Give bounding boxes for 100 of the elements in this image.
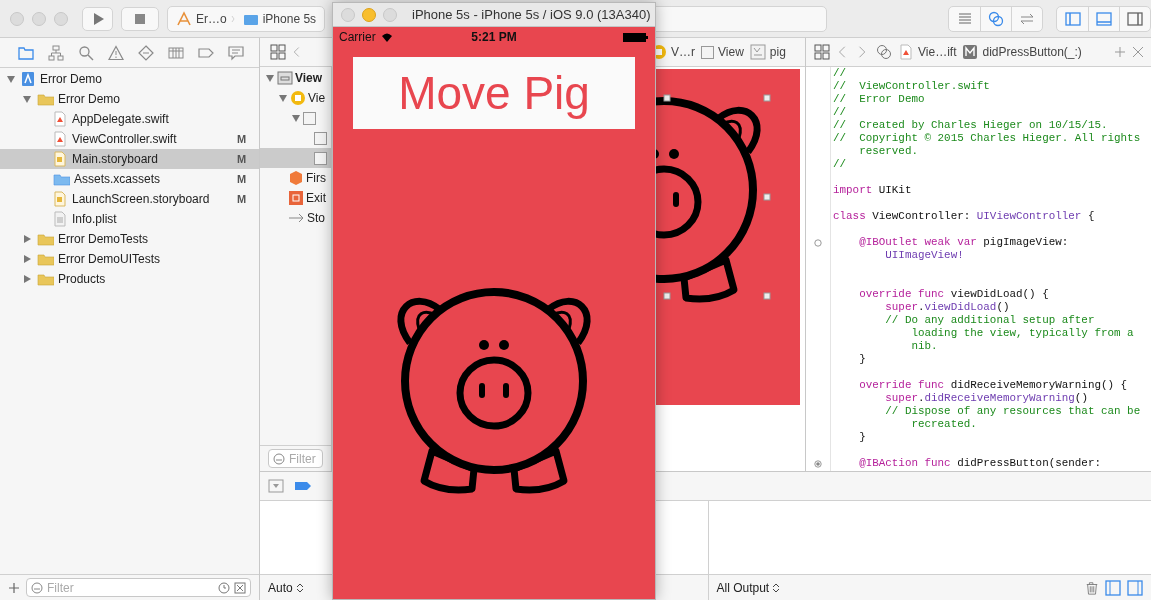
code-line: override func viewDidLoad() { <box>858 288 1050 301</box>
file-name: Error DemoTests <box>58 232 150 246</box>
outline-row[interactable]: Vie <box>260 88 331 108</box>
left-panel-icon <box>1064 10 1081 27</box>
file-row[interactable]: Error Demo <box>0 69 259 89</box>
disclosure-triangle-icon[interactable] <box>291 113 301 123</box>
code-line: nib. <box>910 340 939 353</box>
file-name: Products <box>58 272 107 286</box>
breadcrumb[interactable]: View <box>718 45 744 59</box>
file-row[interactable]: ViewController.swift M <box>0 129 259 149</box>
breadcrumb[interactable]: pig <box>769 45 786 59</box>
view-icon <box>314 151 327 165</box>
grid-icon[interactable] <box>814 44 830 60</box>
close-icon[interactable] <box>1132 46 1144 58</box>
file-row[interactable]: Products <box>0 269 259 289</box>
file-row[interactable]: Error Demo <box>0 89 259 109</box>
arrow-icon <box>288 213 305 223</box>
outline-label: Firs <box>306 171 326 185</box>
code-line: class ViewController: UIViewController { <box>833 210 1096 223</box>
code-line: reserved. <box>858 145 919 158</box>
code-line: recreated. <box>910 418 978 431</box>
scene-icon <box>277 70 293 86</box>
window-title: iPhone 5s - iPhone 5s / iOS 9.0 (13A340) <box>412 7 651 22</box>
wifi-icon <box>379 31 394 43</box>
disclosure-triangle-icon[interactable] <box>278 93 288 103</box>
clock-icon[interactable] <box>218 581 230 594</box>
overlapping-circles-icon[interactable] <box>876 44 892 60</box>
scope-selector[interactable]: Auto <box>268 580 304 595</box>
folder-icon <box>36 91 54 107</box>
left-panel-icon[interactable] <box>1105 579 1121 596</box>
view-icon <box>314 131 327 145</box>
right-panel-icon[interactable] <box>1127 579 1143 596</box>
device-name: iPhone 5s <box>262 11 317 26</box>
code-line: // Dispose of any resources that can be <box>884 405 1142 418</box>
file-row[interactable]: LaunchScreen.storyboard M <box>0 189 259 209</box>
disclosure-triangle-icon[interactable] <box>22 94 32 104</box>
resize-handle[interactable] <box>663 94 671 102</box>
file-row[interactable]: Assets.xcassets M <box>0 169 259 189</box>
file-row[interactable]: Error DemoTests <box>0 229 259 249</box>
outline-label: Sto <box>307 211 325 225</box>
outline-row[interactable]: View <box>260 68 331 88</box>
file-name: Assets.xcassets <box>74 172 162 186</box>
trash-icon[interactable] <box>1085 579 1099 596</box>
asset-catalog-icon <box>52 171 70 187</box>
minimize-button[interactable] <box>362 7 376 22</box>
grid-icon[interactable] <box>270 44 286 60</box>
carrier-name: Carrier <box>339 30 376 44</box>
code-line: @IBAction func didPressButton(sender: <box>858 457 1102 470</box>
updown-chevron-icon <box>772 581 781 594</box>
outline-row[interactable]: Firs <box>260 168 331 188</box>
file-name: Error Demo <box>58 92 121 106</box>
breadcrumb[interactable]: V…r <box>671 45 695 59</box>
cube-icon <box>288 170 304 186</box>
code-line: import UIKit <box>833 184 913 197</box>
add-icon[interactable] <box>8 581 20 594</box>
breadcrumb[interactable]: didPressButton(_:) <box>982 45 1082 59</box>
close-icon[interactable] <box>234 581 246 594</box>
stop-button[interactable] <box>121 6 159 31</box>
disclosure-triangle-icon[interactable] <box>265 73 275 83</box>
output-selector[interactable]: All Output <box>716 580 781 595</box>
hide-debug-icon[interactable] <box>268 479 284 493</box>
exit-icon <box>288 190 304 206</box>
storyboard-file-icon <box>52 191 68 207</box>
title-label: Move Pig <box>353 57 635 129</box>
project-icon <box>20 71 36 87</box>
resize-handle[interactable] <box>763 193 771 201</box>
filter-placeholder: Filter <box>47 580 74 595</box>
resize-handle[interactable] <box>763 292 771 300</box>
add-icon[interactable] <box>1114 46 1126 58</box>
disclosure-triangle-icon[interactable] <box>22 254 32 264</box>
status-label: M <box>237 133 248 145</box>
filter-placeholder: Filter <box>289 451 316 466</box>
run-button[interactable] <box>82 6 113 31</box>
breakpoint-icon[interactable] <box>294 480 312 492</box>
file-row[interactable]: Error DemoUITests <box>0 249 259 269</box>
filter-icon <box>31 581 43 594</box>
battery-icon <box>623 31 649 43</box>
resize-handle[interactable] <box>763 94 771 102</box>
outlet-dot-icon[interactable] <box>814 459 822 468</box>
swift-file-icon <box>52 131 68 147</box>
disclosure-triangle-icon[interactable] <box>22 234 32 244</box>
file-name: Error DemoUITests <box>58 252 162 266</box>
breadcrumb[interactable]: Vie…ift <box>918 45 957 59</box>
resize-handle[interactable] <box>663 292 671 300</box>
storyboard-file-icon <box>52 151 68 167</box>
outline-row[interactable]: Sto <box>260 208 331 228</box>
outlet-circle-icon[interactable] <box>814 238 822 247</box>
lines-icon <box>956 10 973 27</box>
file-row[interactable]: Info.plist <box>0 209 259 229</box>
outline-row[interactable] <box>260 148 331 168</box>
code-line: // ViewController.swift <box>833 80 991 93</box>
scheme-selector[interactable]: Er…o iPhone 5s <box>167 5 326 32</box>
outline-label: Exit <box>306 191 326 205</box>
outline-row[interactable]: Exit <box>260 188 331 208</box>
folder-icon <box>36 231 54 247</box>
disclosure-triangle-icon[interactable] <box>6 74 16 84</box>
file-row[interactable]: AppDelegate.swift <box>0 109 259 129</box>
app-icon <box>176 10 192 27</box>
file-row[interactable]: Main.storyboard M <box>0 149 259 169</box>
disclosure-triangle-icon[interactable] <box>22 274 32 284</box>
